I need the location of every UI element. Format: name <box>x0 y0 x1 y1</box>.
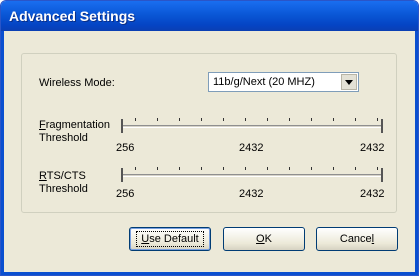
fragmentation-current-value: 2432 <box>239 142 264 154</box>
fragmentation-slider-min-handle[interactable] <box>121 119 123 133</box>
fragmentation-slider-track <box>121 125 383 128</box>
slider-tick <box>223 167 224 170</box>
slider-tick <box>201 167 202 170</box>
use-default-mnemonic: U <box>141 233 150 245</box>
slider-tick <box>311 167 312 170</box>
fragmentation-slider-thumb[interactable] <box>381 119 383 133</box>
slider-tick <box>333 118 334 121</box>
slider-tick <box>223 118 224 121</box>
rts-cts-slider-thumb[interactable] <box>381 168 383 182</box>
fragmentation-mnemonic: F <box>39 119 46 131</box>
slider-tick <box>135 118 136 121</box>
fragmentation-threshold-slider[interactable] <box>121 115 383 135</box>
wireless-mode-label: Wireless Mode: <box>39 77 115 89</box>
slider-tick <box>201 118 202 121</box>
slider-tick <box>245 118 246 121</box>
rts-cts-label-line2: Threshold <box>39 183 88 195</box>
fragmentation-label-line1: Fragmentation <box>39 119 110 131</box>
rts-cts-threshold-slider[interactable] <box>121 164 383 184</box>
slider-tick <box>289 118 290 121</box>
window-frame-right <box>415 31 418 275</box>
slider-tick <box>377 167 378 170</box>
rts-cts-label-line1: RTS/CTS <box>39 170 86 182</box>
slider-tick <box>311 118 312 121</box>
fragmentation-label-rest: ragmentation <box>45 119 110 131</box>
window-frame-left <box>1 31 4 275</box>
fragmentation-min-value: 256 <box>116 142 135 154</box>
cancel-label: Cance <box>339 233 372 245</box>
rts-cts-mnemonic: R <box>39 170 47 182</box>
wireless-mode-select[interactable]: 11b/g/Next (20 MHZ) <box>208 72 359 92</box>
use-default-button[interactable]: Use Default <box>129 227 211 251</box>
rts-cts-current-value: 2432 <box>239 188 264 200</box>
chevron-down-icon <box>345 80 353 85</box>
use-default-focus-rect: Use Default <box>136 231 204 247</box>
title-bar[interactable]: Advanced Settings <box>1 1 418 31</box>
fragmentation-max-value: 2432 <box>360 142 385 154</box>
slider-tick <box>135 167 136 170</box>
advanced-settings-dialog: Advanced Settings Wireless Mode: 11b/g/N… <box>0 0 419 276</box>
use-default-label: se Default <box>149 233 199 245</box>
slider-tick <box>267 167 268 170</box>
ok-mnemonic: O <box>256 233 265 245</box>
window-title: Advanced Settings <box>9 8 136 24</box>
ok-button[interactable]: OK <box>223 227 305 251</box>
slider-tick <box>157 118 158 121</box>
wireless-mode-dropdown-button[interactable] <box>341 74 357 90</box>
wireless-mode-selected-value: 11b/g/Next (20 MHZ) <box>213 76 315 88</box>
slider-tick <box>333 167 334 170</box>
cancel-button[interactable]: Cancel <box>316 227 398 251</box>
ok-label: K <box>264 233 272 245</box>
fragmentation-label-line2: Threshold <box>39 132 88 144</box>
window-frame-bottom <box>1 272 418 275</box>
rts-cts-slider-min-handle[interactable] <box>121 168 123 182</box>
slider-tick <box>289 167 290 170</box>
slider-tick <box>355 118 356 121</box>
slider-tick <box>355 167 356 170</box>
rts-cts-max-value: 2432 <box>360 188 385 200</box>
slider-tick <box>377 118 378 121</box>
slider-tick <box>267 118 268 121</box>
rts-cts-min-value: 256 <box>116 188 135 200</box>
slider-tick <box>157 167 158 170</box>
rts-cts-label-rest: TS/CTS <box>46 170 86 182</box>
slider-tick <box>245 167 246 170</box>
slider-tick <box>179 167 180 170</box>
slider-tick <box>179 118 180 121</box>
cancel-mnemonic: l <box>371 233 375 245</box>
rts-cts-slider-track <box>121 174 383 177</box>
